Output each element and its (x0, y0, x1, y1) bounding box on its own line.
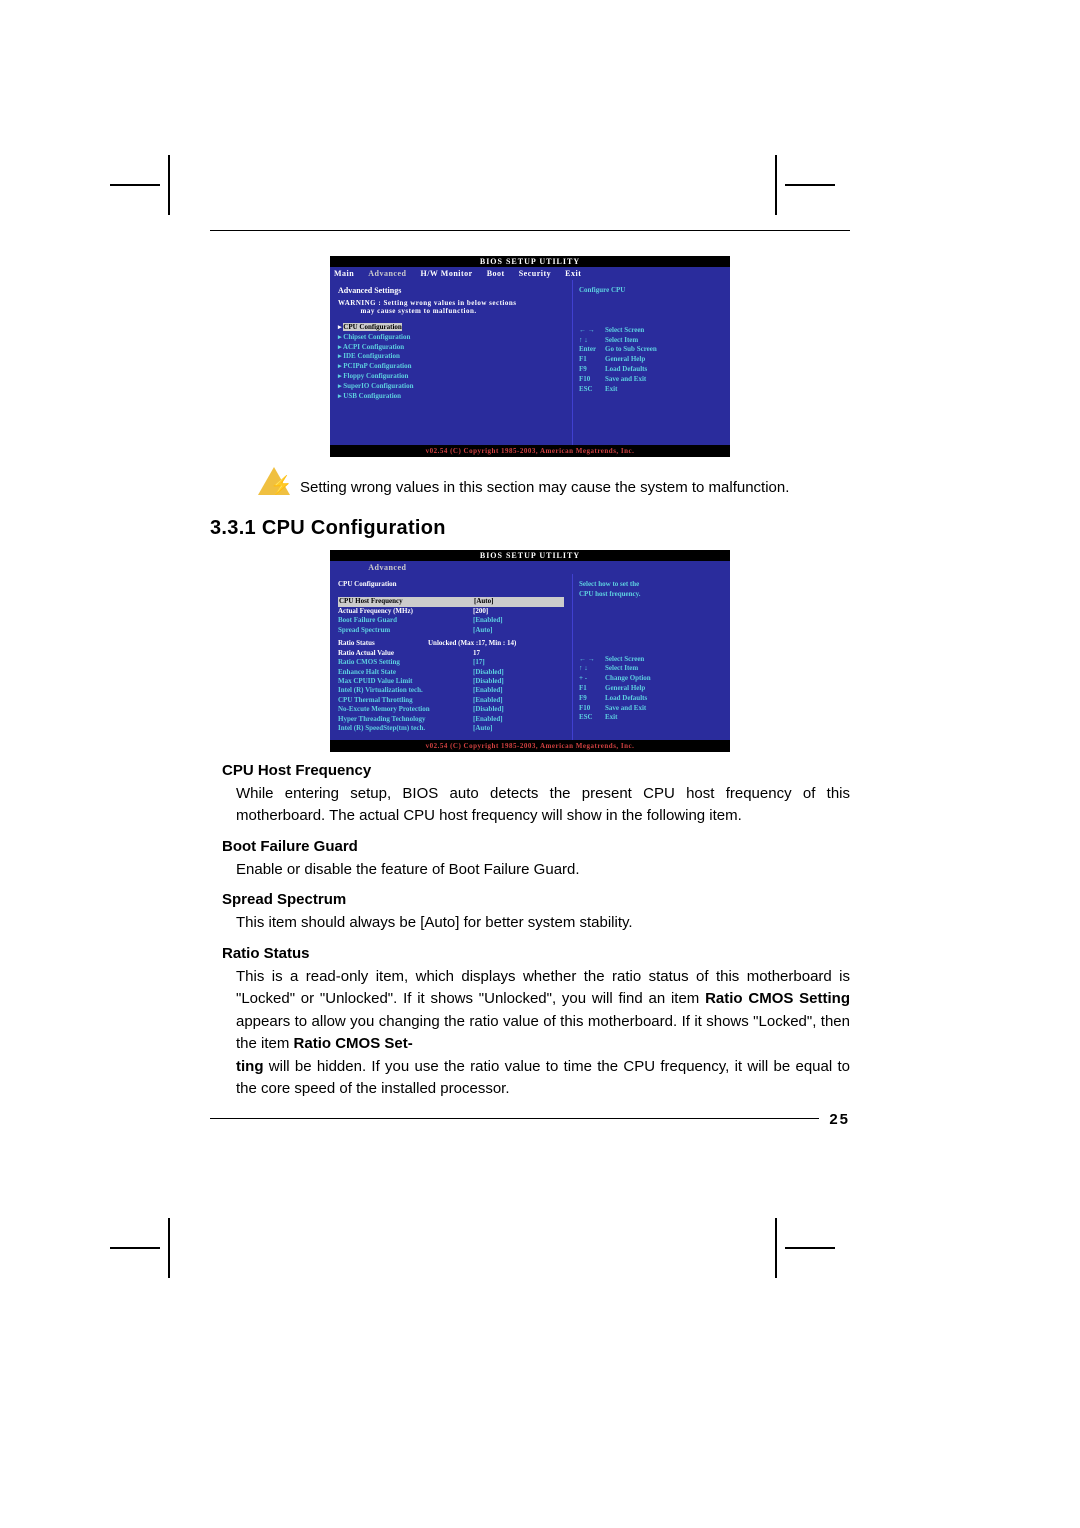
row-cpu-host-freq: CPU Host Frequency[Auto] (338, 597, 564, 606)
warning-text: Setting wrong values in this section may… (300, 477, 789, 498)
right-panel-title: Configure CPU (579, 286, 724, 296)
warning-callout: ⚡ Setting wrong values in this section m… (260, 467, 840, 507)
help-keys-2: ← →Select Screen ↑ ↓Select Item + -Chang… (579, 655, 724, 724)
tab-hw-monitor: H/W Monitor (420, 269, 472, 278)
menu-pcipnp: PCIPnP Configuration (338, 362, 564, 372)
row-spread-spectrum: Spread Spectrum[Auto] (338, 626, 564, 635)
tab-advanced: Advanced (368, 269, 406, 278)
right-panel-title-2: Select how to set theCPU host frequency. (579, 580, 724, 600)
row-virtualization: Intel (R) Virtualization tech.[Enabled] (338, 686, 564, 695)
p-cpu-host-frequency: While entering setup, BIOS auto detects … (236, 783, 850, 828)
menu-usb: USB Configuration (338, 392, 564, 402)
row-thermal-throttling: CPU Thermal Throttling[Enabled] (338, 696, 564, 705)
bios-footer: v02.54 (C) Copyright 1985-2003, American… (330, 445, 730, 457)
row-ratio-actual: Ratio Actual Value17 (338, 649, 564, 658)
p-ratio-status: This is a read-only item, which displays… (236, 966, 850, 1101)
bios-footer-2: v02.54 (C) Copyright 1985-2003, American… (330, 740, 730, 752)
tab-exit: Exit (565, 269, 581, 278)
advanced-warning: WARNING : Setting wrong values in below … (338, 299, 564, 315)
advanced-menu: CPU Configuration Chipset Configuration … (338, 323, 564, 401)
bios-tabs-2: Main Advanced (330, 561, 730, 574)
row-hyper-threading: Hyper Threading Technology[Enabled] (338, 715, 564, 724)
row-boot-failure-guard: Boot Failure Guard[Enabled] (338, 616, 564, 625)
h-boot-failure-guard: Boot Failure Guard (222, 838, 850, 855)
tab-boot: Boot (487, 269, 505, 278)
page-footer: 25 (210, 1111, 850, 1128)
row-enhance-halt: Enhance Halt State[Disabled] (338, 668, 564, 677)
menu-chipset: Chipset Configuration (338, 333, 564, 343)
row-nx-memory: No-Excute Memory Protection[Disabled] (338, 705, 564, 714)
tab-advanced-2: Advanced (368, 563, 406, 572)
bios-tabs: Main Advanced H/W Monitor Boot Security … (330, 267, 730, 280)
row-ratio-cmos: Ratio CMOS Setting[17] (338, 658, 564, 667)
tab-security: Security (519, 269, 551, 278)
h-cpu-host-frequency: CPU Host Frequency (222, 762, 850, 779)
row-actual-freq: Actual Frequency (MHz)[200] (338, 607, 564, 616)
bios-title: BIOS SETUP UTILITY (330, 256, 730, 267)
cpu-heading: CPU Configuration (338, 580, 564, 589)
h-spread-spectrum: Spread Spectrum (222, 891, 850, 908)
p-spread-spectrum: This item should always be [Auto] for be… (236, 912, 850, 935)
bios-advanced-screenshot: BIOS SETUP UTILITY Main Advanced H/W Mon… (330, 256, 730, 457)
warning-icon: ⚡ (260, 467, 288, 507)
page-number: 25 (829, 1111, 850, 1128)
menu-acpi: ACPI Configuration (338, 343, 564, 353)
bios-title-2: BIOS SETUP UTILITY (330, 550, 730, 561)
help-keys: ← →Select Screen ↑ ↓Select Item EnterGo … (579, 326, 724, 395)
advanced-heading: Advanced Settings (338, 286, 564, 295)
h-ratio-status: Ratio Status (222, 945, 850, 962)
bios-cpu-screenshot: BIOS SETUP UTILITY Main Advanced CPU Con… (330, 550, 730, 752)
row-speedstep: Intel (R) SpeedStep(tm) tech.[Auto] (338, 724, 564, 733)
row-max-cpuid: Max CPUID Value Limit[Disabled] (338, 677, 564, 686)
row-ratio-status: Ratio StatusUnlocked (Max :17, Min : 14) (338, 639, 564, 648)
top-rule (210, 230, 850, 231)
tab-main: Main (334, 269, 354, 278)
section-heading: 3.3.1 CPU Configuration (210, 517, 850, 540)
menu-ide: IDE Configuration (338, 352, 564, 362)
p-boot-failure-guard: Enable or disable the feature of Boot Fa… (236, 859, 850, 882)
menu-floppy: Floppy Configuration (338, 372, 564, 382)
menu-cpu-configuration: CPU Configuration (343, 323, 402, 331)
menu-superio: SuperIO Configuration (338, 382, 564, 392)
